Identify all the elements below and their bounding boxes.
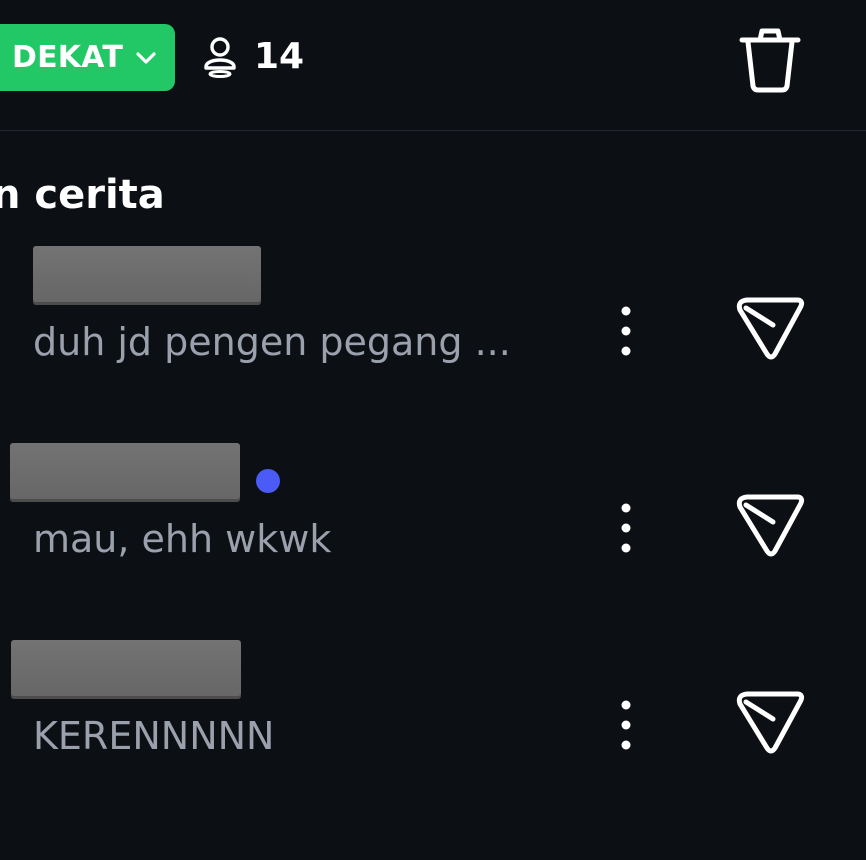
viewer-count: 14 <box>254 35 305 77</box>
message-preview: mau, ehh wkwk <box>33 517 332 561</box>
redacted-name <box>11 640 241 699</box>
filter-label: DEKAT <box>12 40 123 75</box>
message-preview: KERENNNNN <box>33 714 275 758</box>
send-icon[interactable] <box>734 296 806 362</box>
viewer-count-group: 14 <box>198 34 304 78</box>
send-icon[interactable] <box>734 690 806 756</box>
more-vertical-icon[interactable] <box>610 500 642 556</box>
list-item[interactable]: mau, ehh wkwk <box>0 437 866 607</box>
message-preview: duh jd pengen pegang ... <box>33 320 511 364</box>
more-vertical-icon[interactable] <box>610 697 642 753</box>
viewers-icon <box>204 37 236 78</box>
more-vertical-icon[interactable] <box>610 303 642 359</box>
filter-dropdown[interactable]: DEKAT <box>0 24 175 91</box>
list-item[interactable]: duh jd pengen pegang ... <box>0 240 866 410</box>
chevron-down-icon <box>136 51 156 64</box>
list-item[interactable]: KERENNNNN <box>0 634 866 804</box>
send-icon[interactable] <box>734 493 806 559</box>
section-title: n cerita <box>0 172 165 218</box>
unread-indicator <box>256 469 280 493</box>
page: DEKAT 14 n cerita duh jd pengen pegang .… <box>0 0 866 860</box>
trash-icon[interactable] <box>738 26 802 94</box>
redacted-name <box>10 443 240 502</box>
header: DEKAT 14 <box>0 0 866 131</box>
redacted-name <box>33 246 261 305</box>
